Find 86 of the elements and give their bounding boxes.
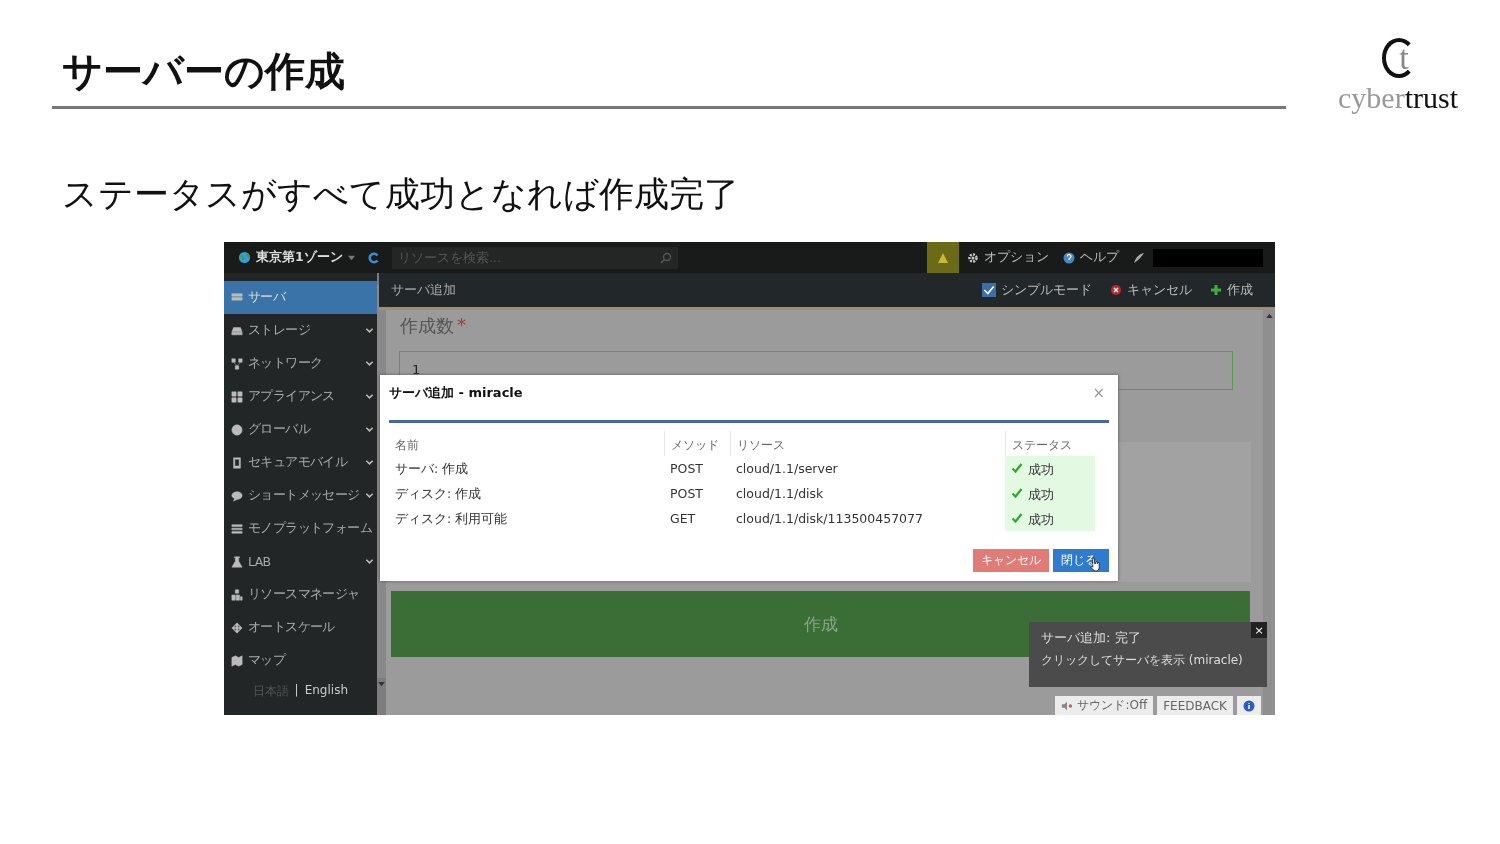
warning-icon: [937, 251, 949, 264]
scroll-down-icon[interactable]: [377, 682, 385, 687]
column-header: 名前: [394, 437, 420, 454]
table-cell-text: GET: [669, 510, 697, 528]
close-button[interactable]: 閉じる: [1053, 549, 1109, 572]
info-icon: [1243, 699, 1255, 712]
status-cell: 成功: [1005, 456, 1095, 481]
table-cell-text: ディスク: 利用可能: [394, 510, 509, 528]
column-header: リソース: [730, 431, 1005, 456]
check-icon: [1011, 487, 1023, 499]
server-icon: [231, 291, 243, 304]
help-icon[interactable]: [1063, 251, 1075, 264]
network-icon: [231, 357, 243, 370]
slide-title: サーバーの作成: [62, 47, 346, 96]
chat-icon: [231, 489, 243, 502]
chevron-icon[interactable]: [364, 557, 374, 566]
zone-selector[interactable]: 東京第1ゾーン: [256, 249, 343, 266]
globe-icon: [238, 251, 251, 264]
sidebar-item[interactable]: アプライアンス: [224, 380, 377, 413]
sidebar-item[interactable]: ネットワーク: [224, 347, 377, 380]
storage-icon: [231, 324, 243, 337]
sidebar-item[interactable]: グローバル: [224, 413, 377, 446]
plus-icon[interactable]: [1210, 284, 1222, 296]
sidebar-item[interactable]: セキュアモバイル: [224, 446, 377, 479]
speaker-icon: [1061, 699, 1074, 712]
field-label: 作成数: [400, 314, 454, 338]
phone-icon: [231, 456, 243, 469]
info-button[interactable]: [1237, 696, 1261, 715]
sidebar-item[interactable]: サーバ: [224, 281, 377, 314]
blocks-icon: [231, 588, 243, 601]
feedback-button[interactable]: FEEDBACK: [1157, 696, 1233, 715]
table-cell-text: POST: [669, 460, 704, 478]
settings-icon[interactable]: [967, 251, 979, 264]
flask-icon: [231, 555, 243, 568]
grid-icon: [231, 390, 243, 403]
sidebar-item[interactable]: LAB: [224, 545, 377, 578]
sound-button[interactable]: サウンド:Off: [1055, 696, 1154, 715]
warning-button[interactable]: [927, 242, 959, 273]
chevron-icon[interactable]: [364, 425, 374, 434]
status-cell: 成功: [1005, 506, 1095, 531]
sidebar-item[interactable]: ストレージ: [224, 314, 377, 347]
notification-title: サーバ追加: 完了: [1041, 629, 1142, 647]
sidebar-item[interactable]: ショートメッセージ: [224, 479, 377, 512]
arrows-icon: [231, 621, 243, 634]
notification[interactable]: サーバ追加: 完了 クリックしてサーバを表示 (miracle) ×: [1029, 622, 1267, 687]
menu-link[interactable]: ヘルプ: [1080, 249, 1119, 266]
table-cell-text: cloud/1.1/disk: [735, 485, 825, 503]
create-link[interactable]: 作成: [1227, 281, 1253, 299]
chevron-icon[interactable]: [364, 326, 374, 335]
chevron-icon[interactable]: [364, 458, 374, 467]
scrollbar[interactable]: [1263, 310, 1275, 715]
page-title: サーバ追加: [391, 281, 456, 299]
chevron-icon[interactable]: [364, 491, 374, 500]
required-mark: *: [457, 314, 466, 337]
menu-link[interactable]: オプション: [984, 249, 1049, 266]
scroll-up-icon[interactable]: [1265, 313, 1273, 318]
close-button[interactable]: ×: [1251, 622, 1267, 638]
cancel-link[interactable]: キャンセル: [1127, 281, 1192, 299]
sidebar-item[interactable]: オートスケール: [224, 611, 377, 644]
table-cell-text: サーバ: 作成: [394, 460, 470, 478]
table-cell-text: ディスク: 作成: [394, 485, 483, 503]
simple-mode-label[interactable]: シンプルモード: [1001, 281, 1092, 299]
status-cell: 成功: [1005, 481, 1095, 506]
caret-icon[interactable]: [347, 254, 355, 261]
check-icon: [1011, 512, 1023, 524]
table-cell-text: POST: [669, 485, 704, 503]
separator-text: |: [294, 683, 299, 699]
sidebar-item[interactable]: モノプラットフォーム: [224, 512, 377, 545]
slide-subtitle: ステータスがすべて成功となれば作成完了: [62, 173, 740, 216]
list-icon: [231, 522, 243, 535]
close-icon[interactable]: [1110, 284, 1122, 296]
feather-icon[interactable]: [1133, 251, 1145, 264]
table-cell-text: cloud/1.1/disk/113500457077: [735, 510, 924, 528]
column-header: メソッド: [664, 431, 730, 456]
refresh-icon[interactable]: [368, 251, 380, 264]
sidebar-item[interactable]: マップ: [224, 644, 377, 677]
chevron-icon[interactable]: [364, 359, 374, 368]
language-link[interactable]: English: [304, 683, 348, 700]
sidebar-item[interactable]: リソースマネージャ: [224, 578, 377, 611]
checkbox[interactable]: [982, 283, 996, 297]
chevron-icon[interactable]: [364, 392, 374, 401]
globe-icon: [231, 423, 243, 436]
check-icon: [1011, 462, 1023, 474]
table-cell-text: cloud/1.1/server: [735, 460, 839, 478]
map-icon: [231, 654, 243, 667]
company-logo: t cybertrust: [1338, 37, 1458, 114]
